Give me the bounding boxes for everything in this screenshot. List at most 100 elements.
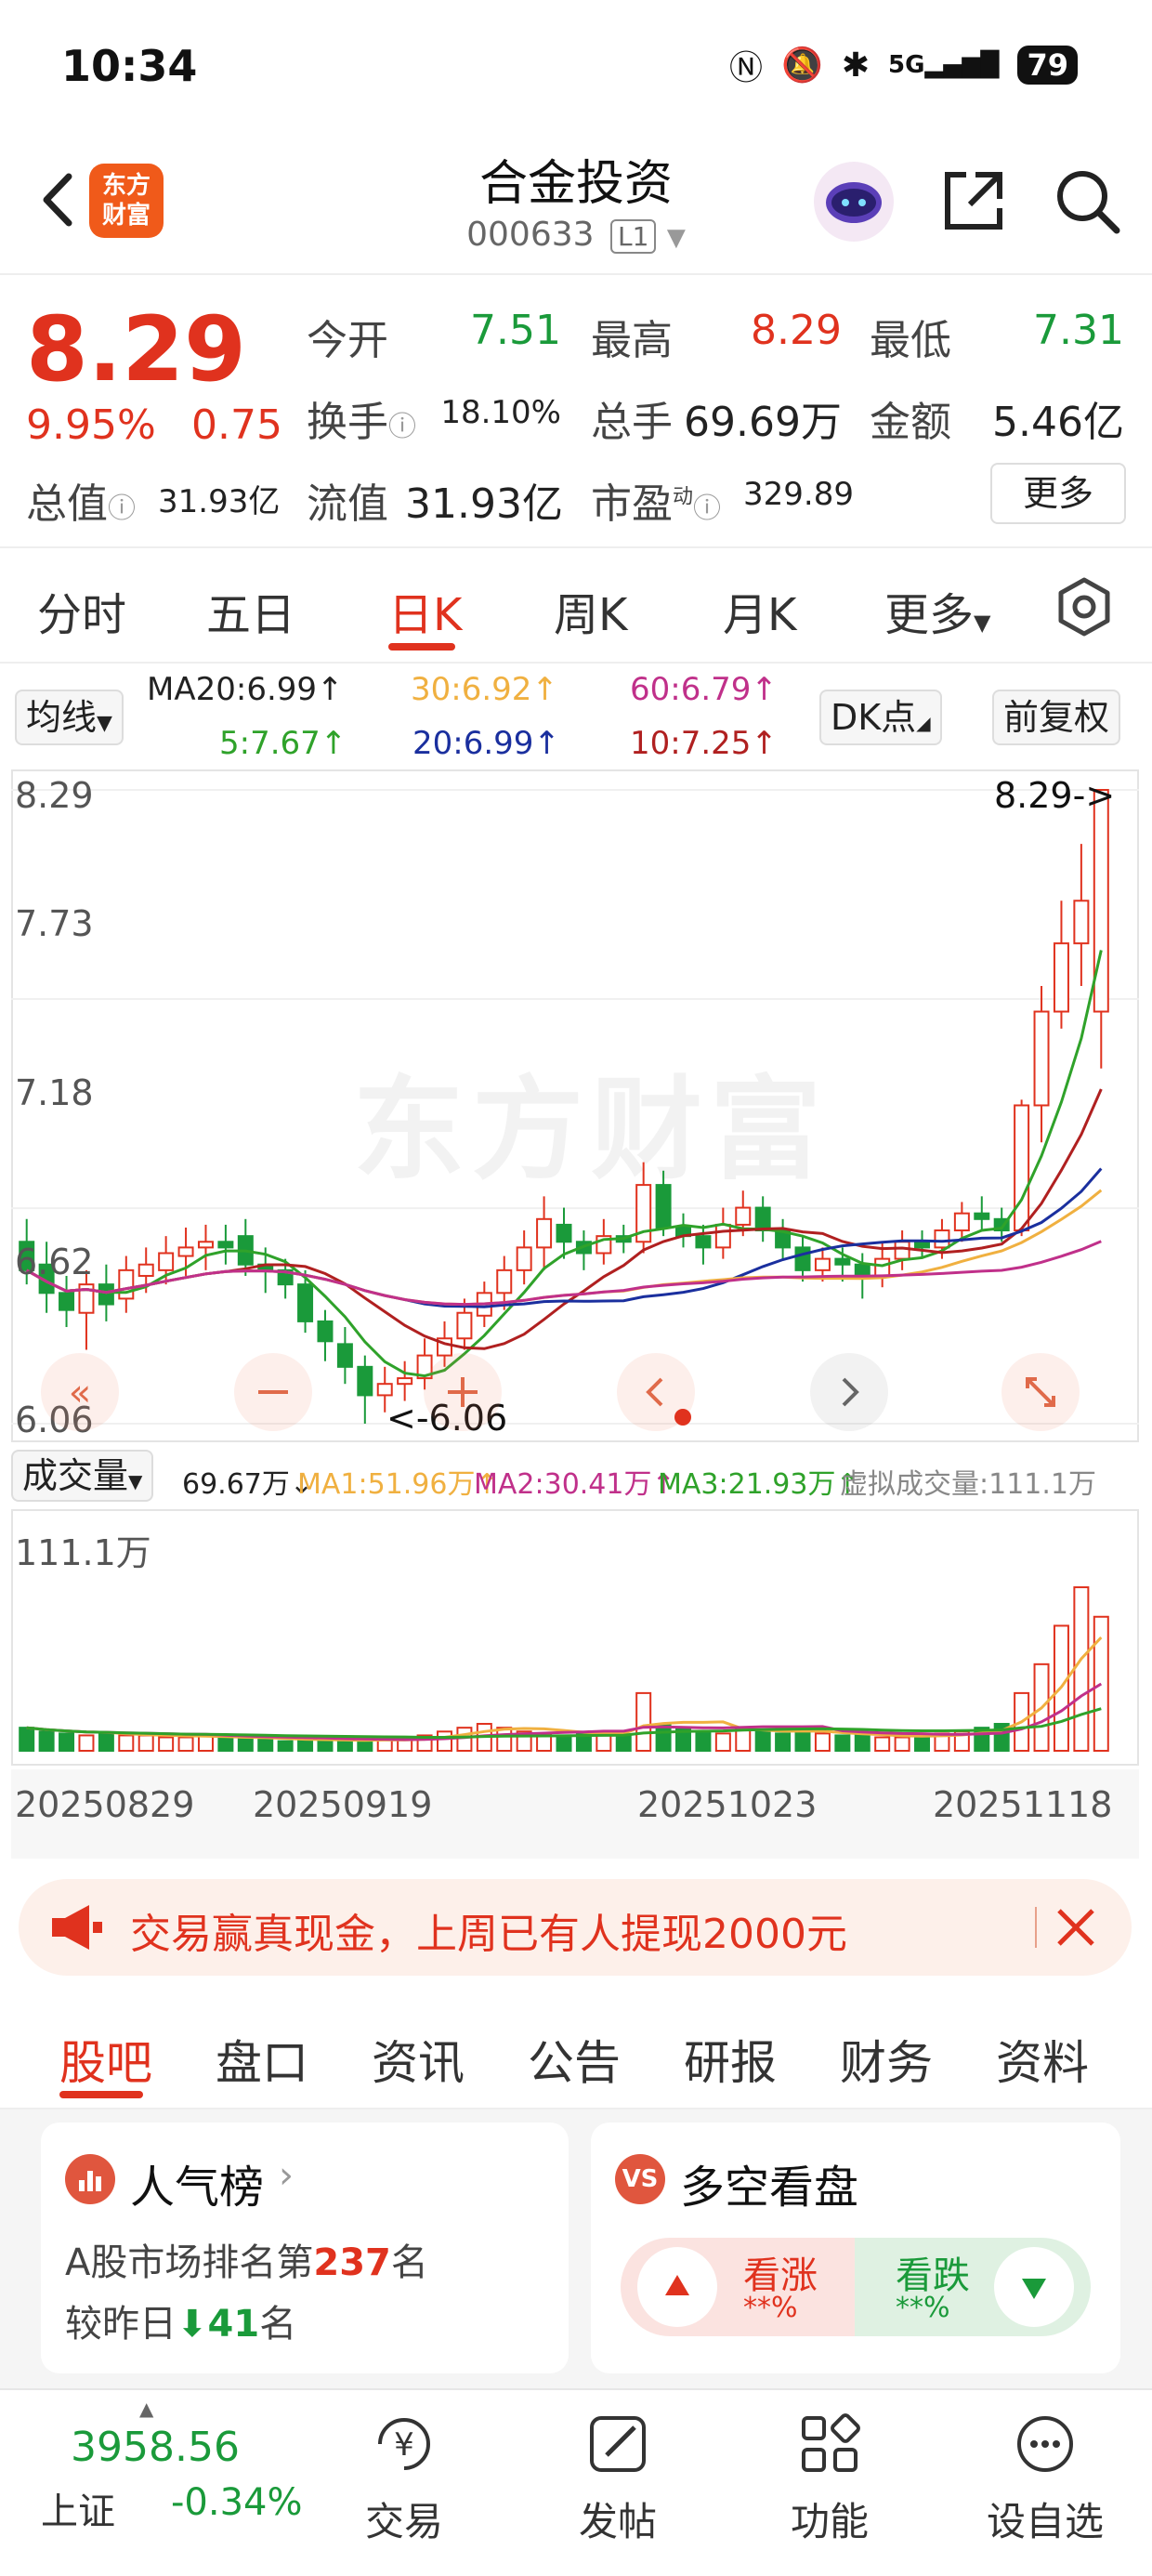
candle: [794, 1246, 811, 1271]
scroll-left-fast-button[interactable]: «: [41, 1353, 119, 1431]
status-time: 10:34: [61, 41, 198, 91]
volume-ma1: MA1:51.96万↑: [297, 1468, 499, 1501]
volume-bar: [357, 1740, 373, 1753]
tab-orderbook[interactable]: 盘口: [216, 2026, 308, 2093]
tab-underline: [388, 643, 455, 651]
candle: [118, 1268, 135, 1300]
tab-intraday[interactable]: 分时: [37, 578, 126, 643]
high-label: 最高: [591, 317, 673, 364]
candle: [336, 1343, 353, 1368]
tab-financials[interactable]: 财务: [840, 2026, 933, 2093]
level-badge: L1: [610, 219, 657, 254]
tab-profile[interactable]: 资料: [996, 2026, 1089, 2093]
share-icon[interactable]: [938, 165, 1009, 236]
status-icons: Ⓝ 🔕 ✱ 5G▂▄▆█ 79: [729, 41, 1078, 89]
tab-five-day[interactable]: 五日: [206, 578, 295, 643]
dropdown-icon: ▼: [974, 610, 991, 636]
battery-indicator: 79: [1017, 46, 1078, 85]
candle: [197, 1241, 214, 1249]
candle: [456, 1311, 473, 1340]
volume-chart[interactable]: [11, 1509, 1139, 1766]
svg-text:¥: ¥: [394, 2426, 414, 2464]
volume-bar: [854, 1734, 871, 1752]
adjust-button[interactable]: 前复权: [992, 690, 1121, 745]
nav-trade[interactable]: ¥ 交易: [334, 2407, 474, 2547]
bullish-value: **%: [743, 2292, 798, 2324]
scroll-right-button[interactable]: [810, 1353, 888, 1431]
candle: [137, 1263, 154, 1277]
new-indicator-dot: [674, 1409, 691, 1426]
volume-bar: [615, 1734, 632, 1752]
volume-bar: [635, 1691, 652, 1752]
fullscreen-button[interactable]: [1001, 1353, 1080, 1431]
volume-selector[interactable]: 成交量▼: [11, 1450, 154, 1502]
tab-news[interactable]: 资讯: [372, 2026, 465, 2093]
volume-bar: [336, 1740, 353, 1753]
turnover-label: 换手ⓘ: [307, 399, 416, 446]
volume-bar: [775, 1732, 792, 1752]
tab-daily-k[interactable]: 日K: [388, 578, 462, 643]
candle: [536, 1217, 553, 1249]
candle: [556, 1223, 572, 1243]
tab-forum[interactable]: 股吧: [59, 2026, 152, 2093]
high-marker: 8.29->: [994, 775, 1116, 816]
candle: [754, 1206, 771, 1232]
mktcap-label: 总值ⓘ: [26, 480, 136, 528]
search-icon[interactable]: [1052, 165, 1122, 236]
tab-announcements[interactable]: 公告: [528, 2026, 621, 2093]
amount-value: 5.46亿: [992, 399, 1124, 446]
assistant-robot-icon[interactable]: [814, 162, 894, 242]
open-value: 7.51: [470, 307, 561, 354]
zoom-out-button[interactable]: [234, 1353, 312, 1431]
candle: [655, 1184, 672, 1229]
candle: [854, 1263, 871, 1277]
dk-point-button[interactable]: DK点◢: [819, 690, 942, 745]
y-axis-mid2: 7.18: [15, 1072, 94, 1113]
index-name: 上证: [41, 2491, 115, 2533]
corner-icon: ◢: [916, 712, 931, 734]
candle: [714, 1223, 731, 1249]
nfc-icon: Ⓝ: [729, 49, 764, 87]
vs-icon: VS: [615, 2154, 665, 2204]
nav-functions[interactable]: 功能: [760, 2407, 899, 2547]
tab-research[interactable]: 研报: [684, 2026, 777, 2093]
index-value[interactable]: 3958.56: [71, 2424, 240, 2471]
nav-post[interactable]: 发帖: [548, 2407, 687, 2547]
date-label: 20251118: [933, 1784, 1113, 1825]
candle: [834, 1257, 851, 1266]
volume-bar: [834, 1734, 851, 1752]
yen-icon: ¥: [378, 2418, 430, 2470]
candle: [894, 1241, 910, 1260]
volume-bar: [197, 1734, 214, 1752]
popularity-delta: 41: [207, 2303, 260, 2346]
more-button[interactable]: 更多: [990, 463, 1126, 524]
gear-icon[interactable]: [1054, 576, 1115, 637]
popularity-rank-line: A股市场排名第237名: [65, 2241, 428, 2284]
ma30-value: 30:6.92↑: [411, 671, 558, 708]
arrow-up-icon: [637, 2247, 717, 2327]
zoom-in-button[interactable]: [424, 1353, 502, 1431]
info-icon[interactable]: ⓘ: [388, 411, 416, 443]
amount-label: 金额: [870, 399, 951, 446]
tab-weekly-k[interactable]: 周K: [554, 578, 627, 643]
tab-more[interactable]: 更多▼: [884, 578, 990, 643]
caret-up-icon: ▲: [139, 2398, 154, 2420]
volume-bar: [914, 1734, 931, 1752]
nav-add-watchlist[interactable]: 设自选: [975, 2407, 1115, 2547]
popularity-change-line: 较昨日⬇41名: [65, 2303, 297, 2346]
volume-bar: [874, 1736, 891, 1752]
candle: [974, 1212, 990, 1220]
ma-selector[interactable]: 均线▼: [15, 690, 124, 745]
close-icon[interactable]: [1052, 1903, 1100, 1952]
ma20-main: MA20:6.99↑: [147, 671, 344, 708]
kline-chart[interactable]: [11, 769, 1139, 1442]
float-label: 流值: [307, 480, 388, 528]
candle: [1053, 942, 1069, 1013]
volume-bar: [695, 1730, 712, 1752]
tab-monthly-k[interactable]: 月K: [723, 578, 796, 643]
volume-ma2: MA2:30.41万↑: [474, 1468, 675, 1501]
info-icon[interactable]: ⓘ: [693, 493, 721, 525]
chevron-right-icon: ›: [279, 2154, 294, 2197]
dropdown-icon: ▼: [666, 224, 686, 252]
info-icon[interactable]: ⓘ: [108, 493, 136, 525]
